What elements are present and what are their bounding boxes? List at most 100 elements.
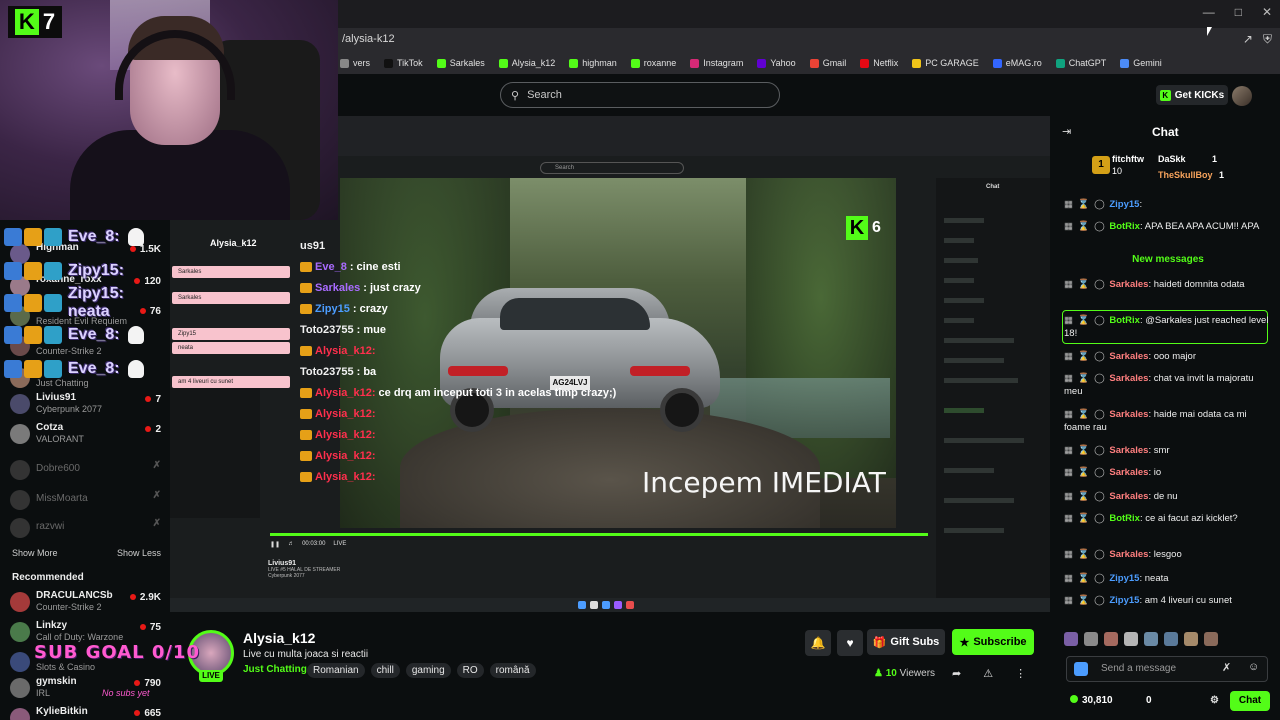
chat-username[interactable]: Sarkales <box>1109 467 1148 478</box>
channel-category: IRL <box>36 688 51 698</box>
get-kicks-button[interactable]: K Get KICKs <box>1156 85 1228 105</box>
avatar <box>10 708 30 720</box>
chat-username[interactable]: Sarkales <box>1109 373 1148 384</box>
more-icon[interactable]: ⋮ <box>1015 667 1026 680</box>
chat-username[interactable]: Sarkales <box>1109 445 1148 456</box>
url-text[interactable]: /alysia-k12 <box>342 33 395 45</box>
chat-message[interactable]: ▦ ⌛ ◯ Zipy15: neata <box>1064 572 1274 585</box>
chat-message[interactable]: ▦ ⌛ ◯ Sarkales: lesgoo <box>1064 548 1274 561</box>
chat-message[interactable]: ▦ ⌛ ◯ Sarkales: smr <box>1064 444 1274 457</box>
chat-message[interactable]: ▦ ⌛ ◯ Sarkales: haideti domnita odata <box>1064 278 1274 291</box>
follow-button[interactable]: ♥ <box>837 630 863 656</box>
bookmark-item[interactable]: PC GARAGE <box>912 58 979 68</box>
maximize-icon[interactable]: □ <box>1235 5 1242 19</box>
report-icon[interactable]: ⚠ <box>983 667 993 680</box>
sidebar-following-item[interactable]: Cotza VALORANT 2 <box>8 422 163 448</box>
tag-chip[interactable]: chill <box>370 663 400 678</box>
tag-chip[interactable]: gaming <box>405 663 451 678</box>
sidebar-recommended-item[interactable]: DRACULANCSb Counter-Strike 2 2.9K <box>8 590 163 616</box>
sidebar-offline-item[interactable]: MissMoarta ✗ <box>8 488 163 514</box>
chat-message[interactable]: ▦ ⌛ ◯ BotRix: @Sarkales just reached lev… <box>1064 314 1274 340</box>
kicks-count[interactable]: 0 <box>1146 695 1152 706</box>
show-less-link[interactable]: Show Less <box>117 548 161 558</box>
chat-username[interactable]: Zipy15 <box>1109 199 1139 210</box>
gear-icon[interactable]: ⚙ <box>1210 695 1219 706</box>
chat-message[interactable]: ▦ ⌛ ◯ BotRix: ce ai facut azi kicklet? <box>1064 512 1274 525</box>
chat-message[interactable]: ▦ ⌛ ◯ Sarkales: io <box>1064 466 1274 479</box>
chat-message[interactable]: ▦ ⌛ ◯ Sarkales: ooo major <box>1064 350 1274 363</box>
address-bar[interactable]: /alysia-k12 ↗ ⛨ <box>330 28 1280 52</box>
notification-bell-button[interactable]: 🔔 <box>805 630 831 656</box>
volume-icon[interactable]: ♬ <box>288 541 294 547</box>
show-more-link[interactable]: Show More <box>12 548 58 558</box>
chat-message[interactable]: ▦ ⌛ ◯ Zipy15: am 4 liveuri cu sunet <box>1064 594 1274 607</box>
kick-counter-overlay: K 6 <box>846 216 881 240</box>
sidebar-following-item[interactable]: Livius91 Cyberpunk 2077 7 <box>8 392 163 418</box>
viewer-count: 2 <box>145 424 161 435</box>
chat-username[interactable]: Zipy15 <box>1109 573 1139 584</box>
bookmark-item[interactable]: Gemini <box>1120 58 1162 68</box>
user-avatar[interactable] <box>1232 86 1252 106</box>
address-bar-icons: ↗ ⛨ <box>1243 32 1272 47</box>
send-message-input[interactable]: Send a message <box>1066 656 1268 682</box>
sidebar-recommended-item[interactable]: KylieBitkin 665 <box>8 706 163 720</box>
bookmark-item[interactable]: Gmail <box>809 58 846 68</box>
chat-username[interactable]: BotRix <box>1109 221 1140 232</box>
tag-chip[interactable]: Romanian <box>307 663 365 678</box>
bookmark-item[interactable]: eMAG.ro <box>992 58 1042 68</box>
minimize-icon[interactable]: — <box>1203 5 1215 19</box>
chat-username[interactable]: BotRix <box>1109 513 1140 524</box>
bookmark-item[interactable]: vers <box>340 58 370 68</box>
close-icon[interactable]: ✕ <box>1262 5 1272 19</box>
chat-message[interactable]: ▦ ⌛ ◯ Zipy15: <box>1064 198 1274 211</box>
shield-icon[interactable]: ⛨ <box>1263 32 1272 47</box>
chat-message[interactable]: ▦ ⌛ ◯ Sarkales: haide mai odata ca mi fo… <box>1064 408 1274 434</box>
share-icon[interactable]: ➦ <box>952 667 961 680</box>
bookmark-item[interactable]: ChatGPT <box>1055 58 1106 68</box>
chat-message[interactable]: ▦ ⌛ ◯ Sarkales: chat va invit la majorat… <box>1064 372 1274 398</box>
bookmark-item[interactable]: TikTok <box>384 58 423 68</box>
emoji-icon[interactable]: ☺ <box>1248 661 1259 673</box>
bookmark-label: Alysia_k12 <box>511 58 556 68</box>
gift-subs-button[interactable]: 🎁 Gift Subs <box>867 629 945 655</box>
video-progress-bar[interactable] <box>270 533 928 536</box>
new-messages-divider[interactable]: New messages <box>1056 254 1280 265</box>
crown-icon <box>300 409 312 419</box>
bookmark-item[interactable]: Instagram <box>690 58 743 68</box>
chat-username[interactable]: Sarkales <box>1109 409 1148 420</box>
search-input[interactable]: ⚲ Search <box>500 82 780 108</box>
crown-icon <box>300 262 312 272</box>
chat-username[interactable]: Sarkales <box>1109 351 1148 362</box>
chat-username[interactable]: Sarkales <box>1109 491 1148 502</box>
gifter-count: 10 <box>1112 166 1123 176</box>
streamer-name[interactable]: Alysia_k12 <box>243 630 315 646</box>
chat-username[interactable]: Sarkales <box>1109 549 1148 560</box>
channel-points[interactable]: 30,810 <box>1070 695 1113 706</box>
category-link[interactable]: Just Chatting <box>243 664 307 675</box>
overlay-chat-message: : cine esti <box>349 261 401 273</box>
chat-send-button[interactable]: Chat <box>1230 691 1270 711</box>
chat-username[interactable]: Sarkales <box>1109 279 1148 290</box>
chat-message[interactable]: ▦ ⌛ ◯ BotRix: APA BEA APA ACUM!! APA <box>1064 220 1274 233</box>
bookmark-item[interactable]: Alysia_k12 <box>498 58 556 68</box>
tag-chip[interactable]: RO <box>456 663 484 678</box>
commands-icon[interactable]: ✗ <box>1222 661 1231 674</box>
bookmark-item[interactable]: Netflix <box>860 58 898 68</box>
share-icon[interactable]: ↗ <box>1243 32 1253 47</box>
chat-username[interactable]: BotRix <box>1109 315 1140 326</box>
bookmark-item[interactable]: Sarkales <box>436 58 485 68</box>
bookmark-item[interactable]: Yahoo <box>757 58 796 68</box>
chat-message[interactable]: ▦ ⌛ ◯ Sarkales: de nu <box>1064 490 1274 503</box>
sidebar-offline-item[interactable]: razvwi ✗ <box>8 516 163 542</box>
subscribe-button[interactable]: ★ Subscribe <box>952 629 1034 655</box>
bookmark-icon <box>1120 58 1130 68</box>
sidebar-offline-item[interactable]: Dobre600 ✗ <box>8 458 163 484</box>
chat-username[interactable]: Zipy15 <box>1109 595 1139 606</box>
collapse-chat-icon[interactable]: ⇥ <box>1062 125 1071 138</box>
bookmark-item[interactable]: roxanne <box>630 58 676 68</box>
pause-icon[interactable]: ❚❚ <box>270 541 280 548</box>
avatar <box>10 460 30 480</box>
tag-chip[interactable]: română <box>489 663 536 678</box>
bookmark-item[interactable]: highman <box>569 58 617 68</box>
avatar <box>10 424 30 444</box>
